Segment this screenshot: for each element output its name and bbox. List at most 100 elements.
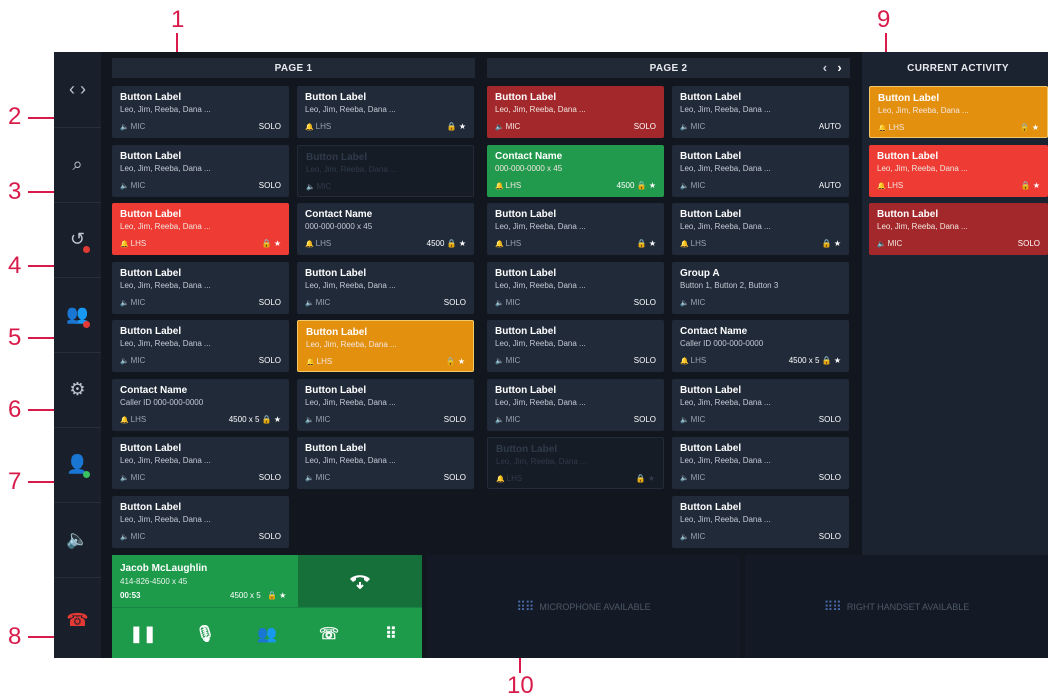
microphone-button[interactable]: 🎙 <box>185 624 225 644</box>
hangup-button[interactable] <box>298 555 422 607</box>
speed-dial-tile[interactable]: Button Label Leo, Jim, Reeba, Dana ... SOL… <box>112 495 289 548</box>
tile-title: Button Label <box>495 267 557 279</box>
tile-status: SOLO <box>818 473 841 482</box>
speed-dial-tile[interactable]: Button Label Leo, Jim, Reeba, Dana ... SOL… <box>487 86 664 138</box>
tile-subtitle: Leo, Jim, Reeba, Dana ... <box>877 222 968 231</box>
speed-dial-tile[interactable]: Button Label Leo, Jim, Reeba, Dana ... SOL… <box>297 261 474 314</box>
notification-badge <box>83 246 90 253</box>
sidebar-button-gear[interactable]: ⚙ <box>54 352 101 428</box>
caller-number: 414-826-4500 x 45 <box>120 577 188 586</box>
tile-subtitle: Leo, Jim, Reeba, Dana ... <box>305 456 396 465</box>
tile-subtitle: Leo, Jim, Reeba, Dana ... <box>120 456 211 465</box>
sidebar-button-hangup[interactable]: ☎ <box>54 583 101 658</box>
speed-dial-tile[interactable]: Button Label Leo, Jim, Reeba, Dana ... SOL… <box>672 495 849 548</box>
speed-dial-tile[interactable]: Button Label Leo, Jim, Reeba, Dana ... SOL… <box>112 320 289 372</box>
speaker-icon: 🔈 <box>495 124 506 131</box>
tile-source: 🔈 MIC <box>495 415 520 424</box>
speed-dial-tile[interactable]: Button Label Leo, Jim, Reeba, Dana ... AUT… <box>672 86 849 138</box>
active-call-info[interactable]: Jacob McLaughlin 414-826-4500 x 45 00:53… <box>112 555 298 607</box>
activity-tile[interactable]: Button Label Leo, Jim, Reeba, Dana ... SOL… <box>869 203 1048 255</box>
speed-dial-tile[interactable]: Button Label Leo, Jim, Reeba, Dana ... 🔒 ★… <box>487 203 664 255</box>
speed-dial-tile[interactable]: Button Label Leo, Jim, Reeba, Dana ... 🔒 ★… <box>672 203 849 255</box>
speed-dial-tile[interactable]: Button Label Leo, Jim, Reeba, Dana ... SOL… <box>672 437 849 489</box>
speed-dial-tile[interactable]: Button Label Leo, Jim, Reeba, Dana ... SOL… <box>112 86 289 138</box>
activity-tile[interactable]: Button Label Leo, Jim, Reeba, Dana ... 🔒 ★… <box>869 144 1048 197</box>
tile-source-label: MIC <box>130 180 146 190</box>
tile-subtitle: Button 1, Button 2, Button 3 <box>680 280 779 290</box>
tile-title: Group A <box>680 267 720 279</box>
sidebar-button-group[interactable]: 👥 <box>54 277 101 353</box>
tile-subtitle: Leo, Jim, Reeba, Dana ... <box>120 163 211 173</box>
speed-dial-tile[interactable]: Button Label Leo, Jim, Reeba, Dana ... SOL… <box>297 437 474 489</box>
microphone-available-panel[interactable]: ⠿⠿ MICROPHONE AVAILABLE <box>427 555 740 658</box>
tile-title: Button Label <box>120 501 182 513</box>
tile-subtitle: Leo, Jim, Reeba, Dana ... <box>680 163 771 173</box>
tile-title: Button Label <box>680 209 742 220</box>
sidebar-button-user-status[interactable]: 👤 <box>54 427 101 503</box>
sidebar-button-search[interactable]: ⌕ <box>54 127 101 203</box>
transfer-call-button[interactable]: ☏ <box>309 624 349 644</box>
tile-source: 🔈 MIC <box>306 182 331 191</box>
activity-tile <box>869 320 1048 372</box>
speed-dial-tile[interactable]: Button Label Leo, Jim, Reeba, Dana ... 🔒 ★… <box>112 203 289 255</box>
chevron-left-icon[interactable]: ‹ <box>823 60 828 75</box>
speed-dial-tile[interactable]: Button Label Leo, Jim, Reeba, Dana ... SOL… <box>112 144 289 197</box>
conference-button[interactable]: 👥 <box>247 624 287 644</box>
right-handset-available-label: RIGHT HANDSET AVAILABLE <box>846 601 970 612</box>
speed-dial-tile[interactable]: Button Label Leo, Jim, Reeba, Dana ... 🔒 ★… <box>297 320 474 372</box>
tile-source: 🔈 MIC <box>680 415 705 424</box>
sidebar-button-code-brackets[interactable]: ‹ › <box>54 52 101 128</box>
tile-source-label: LHS <box>506 474 523 483</box>
tile-source: 🔔 LHS <box>306 357 332 366</box>
tile-status: 4500 🔒 ★ <box>616 180 656 190</box>
speaker-icon: 🔈 <box>120 358 131 365</box>
pause-button[interactable]: ❚❚ <box>123 624 163 644</box>
bell-icon: 🔔 <box>680 241 691 248</box>
speed-dial-tile: Button Label Leo, Jim, Reeba, Dana ... 🔈 M… <box>297 144 474 197</box>
tile-source: 🔈 MIC <box>120 298 145 307</box>
speed-dial-tile[interactable]: Group A Button 1, Button 2, Button 3 🔈 MIC <box>672 261 849 314</box>
sidebar-button-history[interactable]: ↺ <box>54 202 101 278</box>
tile-subtitle: Caller ID 000-000-0000 <box>120 397 204 407</box>
speed-dial-tile[interactable]: Button Label Leo, Jim, Reeba, Dana ... SOL… <box>487 320 664 372</box>
speed-dial-tile[interactable]: Button Label Leo, Jim, Reeba, Dana ... SOL… <box>297 378 474 431</box>
tile-title: Button Label <box>306 327 368 338</box>
speed-dial-tile[interactable]: Contact Name 000-000-0000 x 45 4500 🔒 ★ 🔔 L… <box>487 144 664 197</box>
chevron-right-icon[interactable]: › <box>837 60 842 75</box>
speed-dial-tile[interactable]: Button Label Leo, Jim, Reeba, Dana ... SOL… <box>487 261 664 314</box>
right-handset-available-panel[interactable]: ⠿⠿ RIGHT HANDSET AVAILABLE <box>745 555 1048 658</box>
tile-source: 🔈 MIC <box>680 532 705 541</box>
speed-dial-tile[interactable]: Contact Name 000-000-0000 x 45 4500 🔒 ★ 🔔 L… <box>297 203 474 255</box>
tile-title: Button Label <box>877 150 939 162</box>
bell-icon: 🔔 <box>495 182 506 190</box>
tile-source: 🔔 LHS <box>495 181 521 190</box>
speed-dial-tile[interactable]: Button Label Leo, Jim, Reeba, Dana ... SOL… <box>672 378 849 431</box>
tile-title: Button Label <box>305 443 367 454</box>
tile-source-label: LHS <box>690 239 707 248</box>
speed-dial-tile[interactable]: Contact Name Caller ID 000-000-0000 4500 x… <box>112 378 289 431</box>
speed-dial-tile[interactable]: Contact Name Caller ID 000-000-0000 4500 x… <box>672 320 849 372</box>
speed-dial-tile[interactable]: Button Label Leo, Jim, Reeba, Dana ... SOL… <box>487 378 664 431</box>
speed-dial-tile[interactable]: Button Label Leo, Jim, Reeba, Dana ... SOL… <box>112 261 289 314</box>
tile-status: SOLO <box>633 122 656 131</box>
activity-tile[interactable]: Button Label Leo, Jim, Reeba, Dana ... 🔒 ★… <box>869 86 1048 138</box>
tile-subtitle: Leo, Jim, Reeba, Dana ... <box>680 514 771 524</box>
tile-status: SOLO <box>818 414 841 424</box>
speed-dial-tile[interactable]: Button Label Leo, Jim, Reeba, Dana ... 🔒 ★… <box>297 86 474 138</box>
speaker-icon: 🔈 <box>305 416 316 424</box>
status-online-badge <box>83 471 90 478</box>
tile-title: Button Label <box>305 92 367 103</box>
tile-status: SOLO <box>258 531 281 541</box>
tile-subtitle: Leo, Jim, Reeba, Dana ... <box>877 163 968 173</box>
sidebar-button-speaker[interactable]: 🔈 <box>54 502 101 578</box>
tile-title: Button Label <box>878 93 940 104</box>
tile-source-label: MIC <box>316 181 332 191</box>
speaker-icon: 🔈 <box>495 416 506 424</box>
bell-icon: 🔔 <box>878 125 889 132</box>
keypad-button[interactable]: ⠿ <box>371 624 411 644</box>
speed-dial-tile[interactable]: Button Label Leo, Jim, Reeba, Dana ... AUT… <box>672 144 849 197</box>
tile-subtitle: Leo, Jim, Reeba, Dana ... <box>680 397 771 407</box>
callout-9: 9 <box>877 6 891 33</box>
speed-dial-tile[interactable]: Button Label Leo, Jim, Reeba, Dana ... SOL… <box>112 437 289 489</box>
tile-status: 🔒 ★ <box>821 239 841 248</box>
